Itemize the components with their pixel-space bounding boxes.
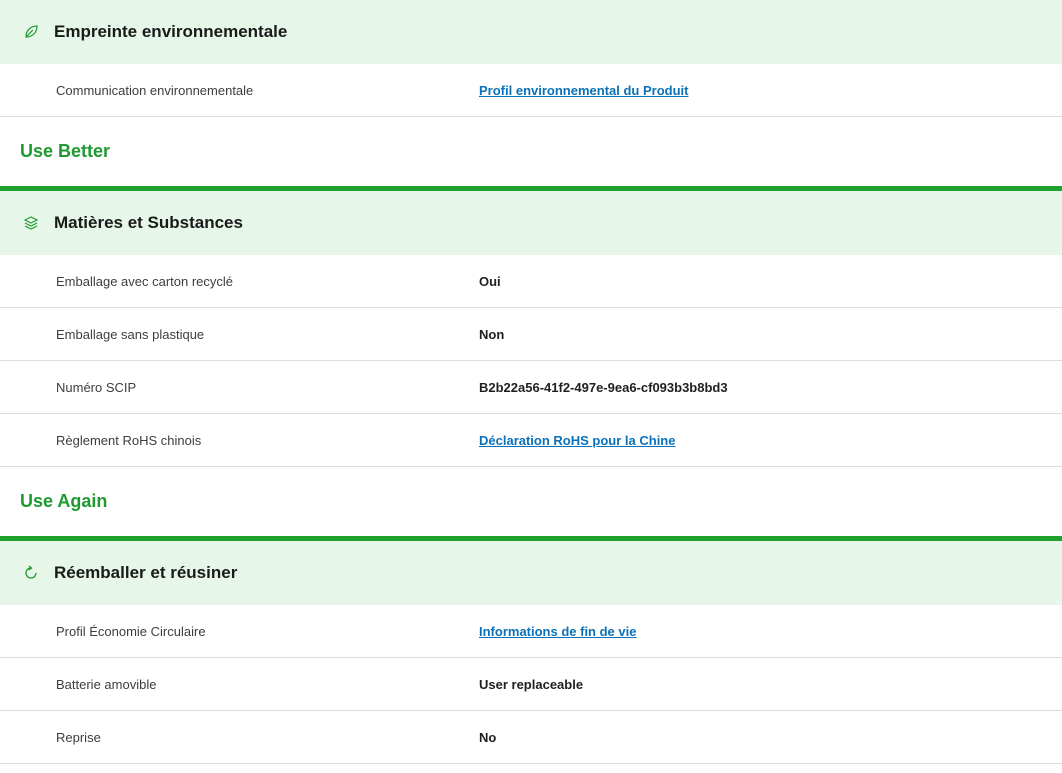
row-label: Communication environnementale (56, 82, 254, 98)
table-row: Batterie amovible User replaceable (0, 658, 1062, 711)
table-row: Règlement RoHS chinois Déclaration RoHS … (0, 414, 1062, 467)
row-value: User replaceable (479, 676, 584, 692)
group-title: Use Better (20, 141, 111, 161)
table-row: Reprise No (0, 711, 1062, 764)
group-use-again: Use Again (0, 467, 1062, 541)
group-title: Use Again (20, 491, 108, 511)
environmental-profile-link[interactable]: Profil environnemental du Produit (479, 83, 688, 98)
leaf-icon (22, 23, 40, 41)
section-title: Empreinte environnementale (54, 22, 288, 41)
row-label: Emballage sans plastique (56, 326, 205, 342)
row-label: Batterie amovible (56, 676, 157, 692)
table-row: Emballage sans plastique Non (0, 308, 1062, 361)
row-label: Emballage avec carton recyclé (56, 273, 234, 289)
table-row: Communication environnementale Profil en… (0, 64, 1062, 117)
end-of-life-info-link[interactable]: Informations de fin de vie (479, 624, 636, 639)
row-value: Oui (479, 273, 501, 289)
table-row: Numéro SCIP B2b22a56-41f2-497e-9ea6-cf09… (0, 361, 1062, 414)
row-label: Numéro SCIP (56, 379, 137, 395)
row-value: No (479, 729, 497, 745)
row-value: Non (479, 326, 505, 342)
group-use-better: Use Better (0, 117, 1062, 191)
section-header-environmental-footprint: Empreinte environnementale (0, 0, 1062, 64)
section-title: Réemballer et réusiner (54, 563, 238, 582)
table-row: Profil Économie Circulaire Informations … (0, 605, 1062, 658)
refresh-icon (22, 564, 40, 582)
row-label: Règlement RoHS chinois (56, 432, 202, 448)
rohs-china-link[interactable]: Déclaration RoHS pour la Chine (479, 433, 675, 448)
section-header-repack-remanufacture: Réemballer et réusiner (0, 541, 1062, 605)
table-row: Emballage avec carton recyclé Oui (0, 255, 1062, 308)
section-title: Matières et Substances (54, 213, 243, 232)
row-label: Reprise (56, 729, 101, 745)
row-value: B2b22a56-41f2-497e-9ea6-cf093b3b8bd3 (479, 379, 728, 395)
layers-icon (22, 214, 40, 232)
section-header-materials-substances: Matières et Substances (0, 191, 1062, 255)
row-label: Profil Économie Circulaire (56, 623, 206, 639)
